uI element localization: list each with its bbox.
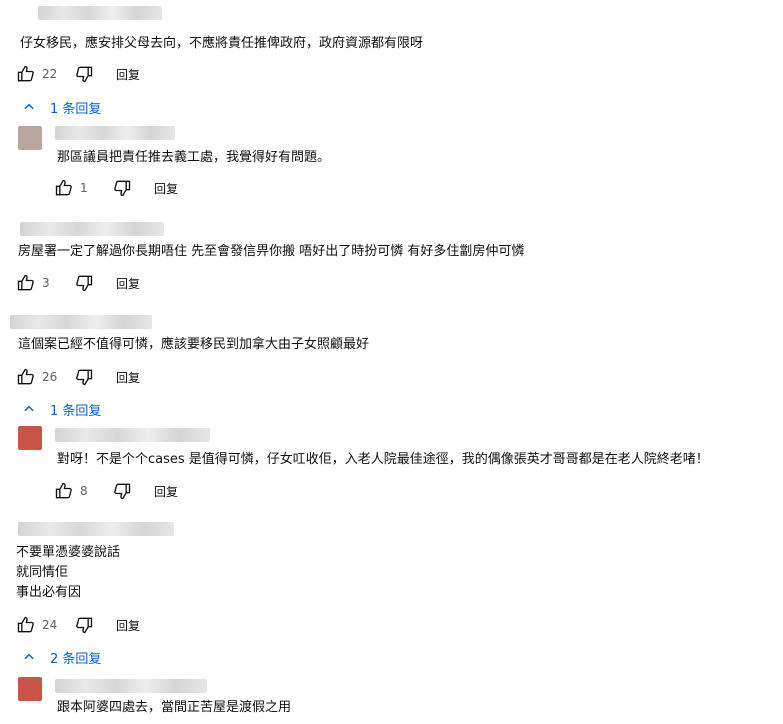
replies-toggle[interactable]: 1 条回复 xyxy=(22,399,101,419)
like-count: 8 xyxy=(80,484,88,498)
like-count: 1 xyxy=(80,181,88,195)
comment-text: 仔女移民，應安排父母去向，不應將責任推俾政府，政府資源都有限呀 xyxy=(20,36,424,51)
comment-actions: 22 回复 xyxy=(14,62,140,86)
author-name-blurred[interactable] xyxy=(55,428,210,442)
like-count: 3 xyxy=(42,276,50,290)
thumbs-down-icon[interactable] xyxy=(72,62,96,86)
comment-actions: 26 回复 xyxy=(14,365,140,389)
comment-text: 對呀！不是个个cases 是值得可憐，仔女叿收佢，入老人院最佳途徑，我的偶像張英… xyxy=(57,452,709,467)
replies-toggle[interactable]: 2 条回复 xyxy=(22,647,101,667)
replies-toggle-label: 1 条回复 xyxy=(50,101,102,117)
reply-button[interactable]: 回复 xyxy=(154,180,178,197)
comment-actions: 8 回复 xyxy=(52,479,178,503)
author-name-blurred[interactable] xyxy=(18,522,174,536)
comment-actions: 1 回复 xyxy=(52,176,178,200)
author-name-blurred[interactable] xyxy=(38,6,162,20)
comment-text: 不要單憑婆婆說話 xyxy=(16,545,121,560)
comment-text: 那區議員把責任推去義工處，我覺得好有問題。 xyxy=(57,150,331,165)
replies-toggle[interactable]: 1 条回复 xyxy=(22,97,101,117)
replies-toggle-label: 1 条回复 xyxy=(50,403,102,419)
like-count: 24 xyxy=(42,618,58,632)
like-count: 22 xyxy=(42,67,58,81)
thumbs-up-icon[interactable] xyxy=(14,365,38,389)
thumbs-down-icon[interactable] xyxy=(110,176,134,200)
thumbs-down-icon[interactable] xyxy=(72,365,96,389)
reply-button[interactable]: 回复 xyxy=(116,275,140,292)
author-name-blurred[interactable] xyxy=(55,126,175,140)
thumbs-up-icon[interactable] xyxy=(52,479,76,503)
chevron-up-icon xyxy=(24,405,34,412)
reply-button[interactable]: 回复 xyxy=(116,66,140,83)
thumbs-down-icon[interactable] xyxy=(72,271,96,295)
comment-text: 事出必有因 xyxy=(16,585,82,600)
reply-button[interactable]: 回复 xyxy=(116,617,140,634)
reply-button[interactable]: 回复 xyxy=(154,483,178,500)
avatar[interactable] xyxy=(18,677,42,701)
reply-button[interactable]: 回复 xyxy=(116,369,140,386)
author-name-blurred[interactable] xyxy=(20,222,164,236)
comment-text: 這個案已經不值得可憐，應該要移民到加拿大由子女照顧最好 xyxy=(18,337,370,352)
thumbs-up-icon[interactable] xyxy=(14,62,38,86)
avatar[interactable] xyxy=(18,126,42,150)
comment-actions: 24 回复 xyxy=(14,613,140,637)
author-name-blurred[interactable] xyxy=(10,315,152,329)
replies-toggle-label: 2 条回复 xyxy=(50,651,102,667)
like-count: 26 xyxy=(42,370,58,384)
chevron-up-icon xyxy=(24,103,34,110)
comment-text: 跟本阿婆四處去，當間正苦屋是渡假之用 xyxy=(57,700,292,715)
author-name-blurred[interactable] xyxy=(55,679,207,693)
thumbs-up-icon[interactable] xyxy=(52,176,76,200)
thumbs-up-icon[interactable] xyxy=(14,271,38,295)
chevron-up-icon xyxy=(24,653,34,660)
comment-text: 房屋署一定了解過你長期唔住 先至會發信畀你搬 唔好出了時扮可憐 有好多住劏房仲可… xyxy=(18,244,525,259)
thumbs-down-icon[interactable] xyxy=(72,613,96,637)
comment-actions: 3 回复 xyxy=(14,271,140,295)
comment-text: 就同情佢 xyxy=(16,565,69,580)
avatar[interactable] xyxy=(18,426,42,450)
thumbs-up-icon[interactable] xyxy=(14,613,38,637)
thumbs-down-icon[interactable] xyxy=(110,479,134,503)
